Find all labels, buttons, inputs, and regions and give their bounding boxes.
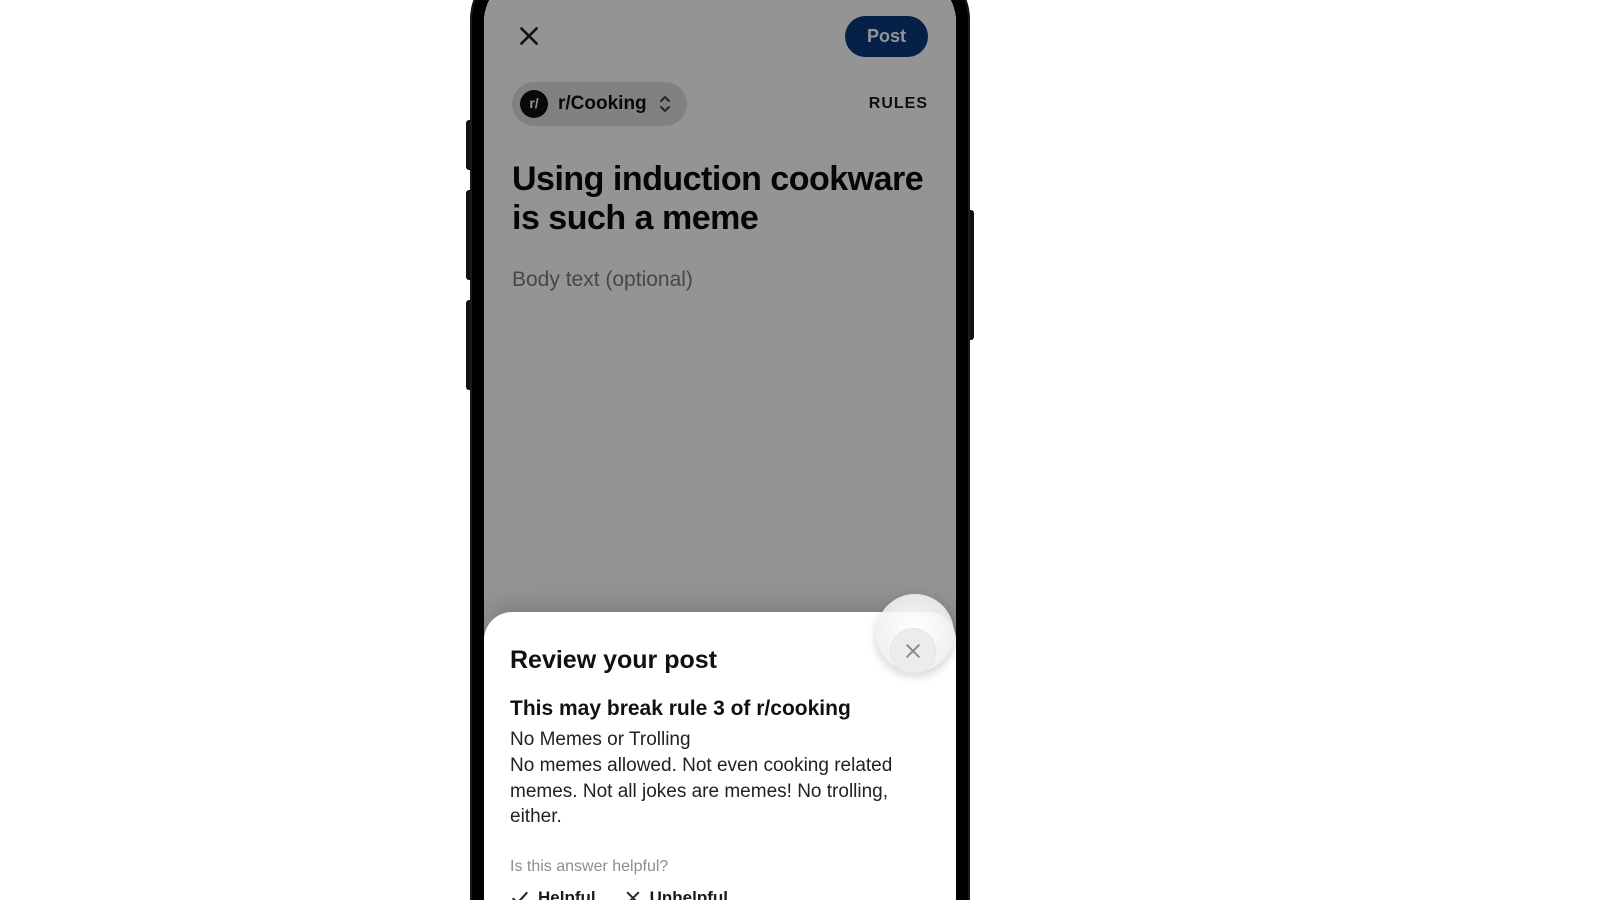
sheet-subtitle: This may break rule 3 of r/cooking	[510, 697, 930, 721]
phone-screen: Post r/ r/Cooking RULES	[484, 0, 956, 900]
close-icon	[903, 641, 923, 661]
review-post-sheet: Review your post This may break rule 3 o…	[484, 612, 956, 900]
sheet-close-button[interactable]	[890, 628, 936, 674]
helpful-label: Helpful	[538, 888, 596, 900]
phone-side-button	[466, 190, 470, 280]
feedback-prompt: Is this answer helpful?	[510, 858, 930, 876]
rule-name: No Memes or Trolling	[510, 729, 930, 751]
phone-frame: Post r/ r/Cooking RULES	[470, 0, 970, 900]
x-icon	[624, 889, 642, 900]
rule-description: No memes allowed. Not even cooking relat…	[510, 753, 910, 830]
helpful-button[interactable]: Helpful	[510, 888, 596, 900]
phone-side-button	[466, 120, 470, 170]
feedback-row: Helpful Unhelpful	[510, 888, 930, 900]
stage: Post r/ r/Cooking RULES	[0, 0, 1600, 900]
unhelpful-label: Unhelpful	[650, 888, 728, 900]
unhelpful-button[interactable]: Unhelpful	[624, 888, 728, 900]
check-icon	[510, 888, 530, 900]
phone-side-button	[970, 210, 974, 340]
sheet-heading: Review your post	[510, 646, 930, 675]
phone-side-button	[466, 300, 470, 390]
